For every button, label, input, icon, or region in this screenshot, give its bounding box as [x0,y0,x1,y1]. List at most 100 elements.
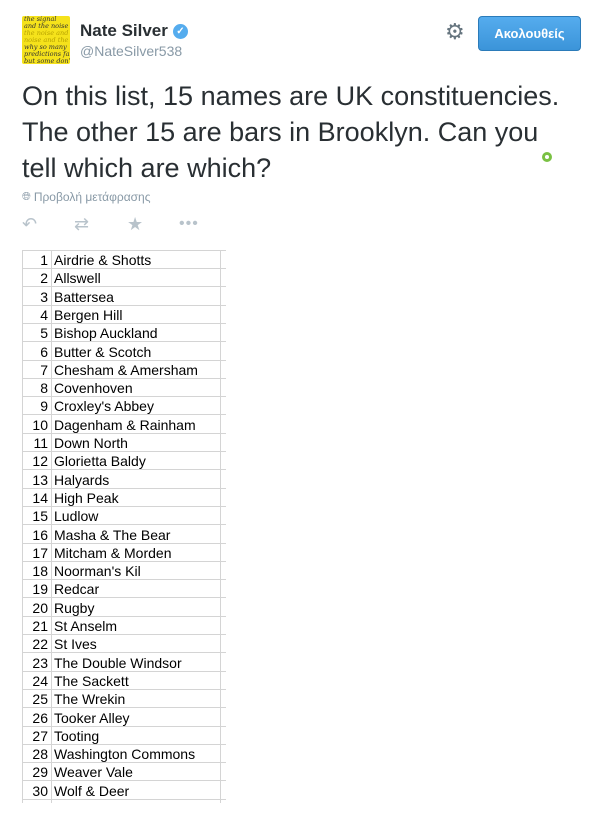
row-name: Bishop Auckland [54,325,158,342]
table-row: 4 Bergen Hill [22,306,226,324]
row-name: Noorman's Kil [54,563,141,580]
globe-icon: 🌐︎ [22,190,31,203]
row-number: 20 [32,599,48,616]
row-name: Tooker Alley [54,709,130,726]
row-number: 27 [32,727,48,744]
row-name: The Double Windsor [54,654,182,671]
row-name: Chesham & Amersham [54,361,198,378]
translate-link[interactable]: 🌐︎ Προβολή μετάφρασης [22,190,151,204]
row-number: 22 [32,636,48,653]
row-name: Airdrie & Shotts [54,252,152,268]
row-number: 3 [40,288,48,305]
table-row: 30 Wolf & Deer [22,782,226,800]
row-number: 5 [40,325,48,342]
table-row: 2 Allswell [22,269,226,288]
row-number: 18 [32,563,48,580]
more-icon[interactable]: ••• [179,215,199,233]
row-name: Butter & Scotch [54,343,152,360]
row-number: 19 [32,581,48,598]
spreadsheet-image: 1 Airdrie & Shotts 2 Allswell 3 Battersea 4 Ber… [22,250,227,803]
row-name: Dagenham & Rainham [54,416,196,433]
table-row: 15 Ludlow [22,507,226,526]
row-number: 2 [40,270,48,287]
table-row: 18 Noorman's Kil [22,562,226,581]
verified-check-icon: ✓ [172,23,188,39]
retweet-icon[interactable]: ⇄ [74,214,89,235]
emoji-icon [542,152,552,162]
row-name: St Anselm [54,618,118,634]
row-number: 1 [40,252,48,268]
row-number: 7 [40,361,48,378]
row-name: Battersea [54,288,114,305]
table-row: 17 Mitcham & Morden [22,544,226,562]
table-row: 8 Covenhoven [22,379,226,398]
table-row: 16 Masha & The Bear [22,526,226,544]
table-row: 11 Down North [22,434,226,452]
row-name: Down North [54,435,128,451]
table-row: 25 The Wrekin [22,690,226,709]
table-row: 3 Battersea [22,288,226,306]
table-row: 12 Glorietta Baldy [22,452,226,471]
row-number: 29 [32,764,48,781]
table-row: 7 Chesham & Amersham [22,361,226,379]
table-row: 24 The Sackett [22,672,226,690]
row-name: High Peak [54,489,119,506]
table-row: 5 Bishop Auckland [22,324,226,343]
row-name: Weaver Vale [54,764,133,781]
row-number: 24 [32,672,48,689]
row-name: Masha & The Bear [54,526,171,543]
profile-name-text[interactable]: Nate Silver [80,21,168,41]
row-name: Allswell [54,270,101,287]
following-button[interactable]: Ακολουθείς [478,16,581,51]
profile-name[interactable]: Nate Silver ✓ [80,21,188,41]
reply-icon[interactable]: ↶ [22,214,37,235]
table-row: 6 Butter & Scotch [22,343,226,361]
table-row: 27 Tooting [22,727,226,745]
avatar[interactable]: the signaland the noisethe noise and the… [22,16,70,64]
row-number: 28 [32,746,48,763]
row-name: Mitcham & Morden [54,544,172,561]
row-number: 9 [40,398,48,415]
row-number: 6 [40,343,48,360]
table-row: 26 Tooker Alley [22,709,226,727]
row-number: 11 [33,435,48,451]
row-number: 4 [40,306,48,323]
row-number: 12 [32,453,48,470]
row-name: Covenhoven [54,380,133,397]
table-row: 19 Redcar [22,580,226,599]
row-number: 30 [32,782,48,799]
row-name: The Wrekin [54,691,126,708]
profile-handle[interactable]: @NateSilver538 [80,43,182,59]
translate-label[interactable]: Προβολή μετάφρασης [34,190,151,204]
row-number: 13 [32,471,48,488]
row-number: 8 [40,380,48,397]
row-name: Redcar [54,581,100,598]
table-row: 23 The Double Windsor [22,654,226,672]
avatar-text: but some don't [24,57,70,65]
table-row: 22 St Ives [22,635,226,654]
row-number: 25 [32,691,48,708]
row-number: 17 [32,544,48,561]
row-number: 15 [32,508,48,525]
row-name: Halyards [54,471,110,488]
row-name: Wolf & Deer [54,782,130,799]
row-number: 10 [32,416,48,433]
tweet-text: On this list, 15 names are UK constituen… [22,81,560,183]
row-name: St Ives [54,636,97,653]
row-number: 26 [32,709,48,726]
row-number: 21 [32,618,48,634]
row-number: 16 [32,526,48,543]
row-name: Ludlow [54,508,99,525]
table-row: 10 Dagenham & Rainham [22,416,226,434]
gear-icon[interactable]: ⚙ [445,21,465,43]
table-row: 13 Halyards [22,471,226,489]
row-name: Washington Commons [54,746,196,763]
row-name: Tooting [54,727,100,744]
table-row: 21 St Anselm [22,617,226,635]
row-name: Glorietta Baldy [54,453,146,470]
table-row: 1 Airdrie & Shotts [22,251,226,269]
star-icon[interactable]: ★ [127,214,143,235]
row-number: 23 [32,654,48,671]
row-name: Bergen Hill [54,306,123,323]
table-row: 28 Washington Commons [22,745,226,764]
